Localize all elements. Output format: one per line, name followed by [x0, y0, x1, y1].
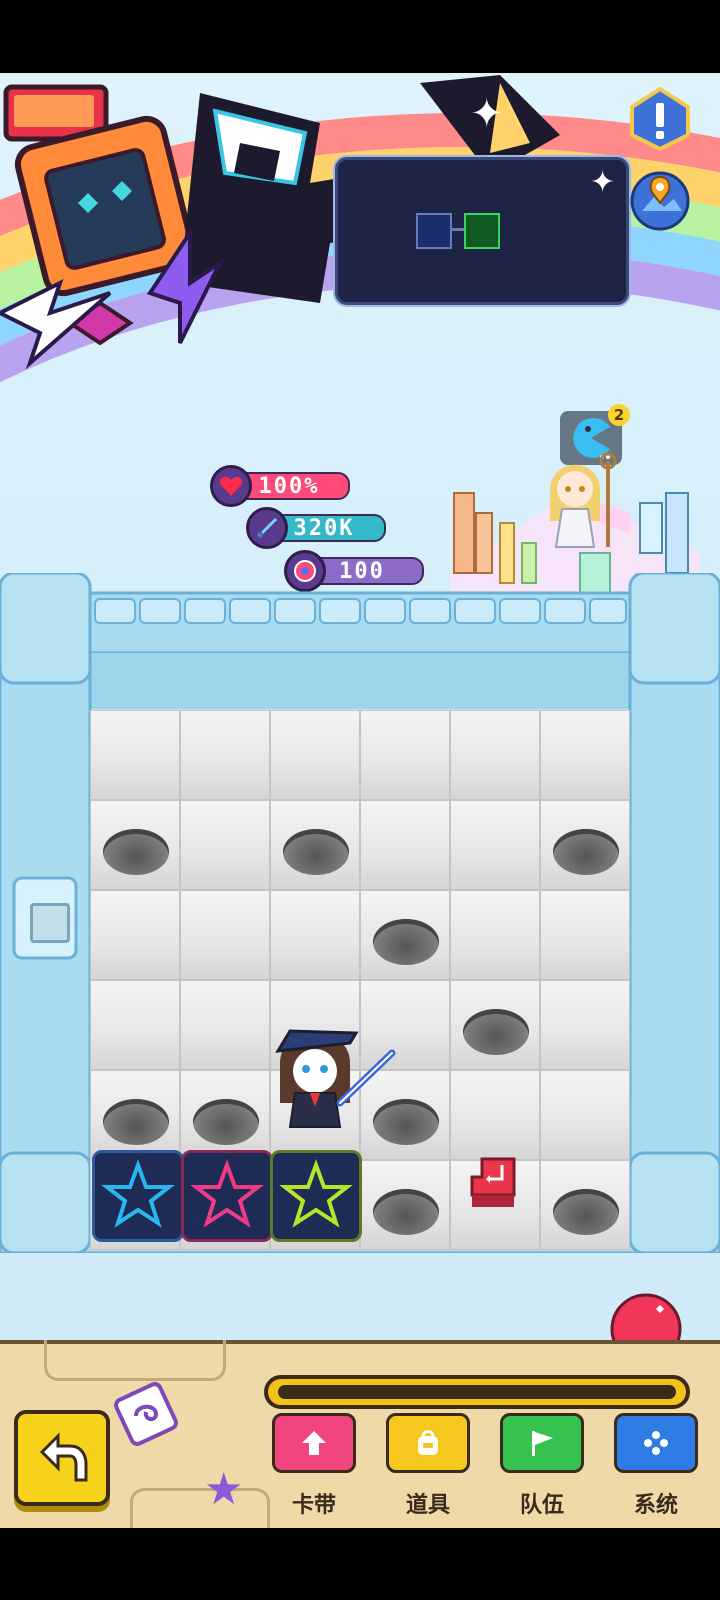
menu-label: 队伍 [519, 1493, 564, 1518]
menu-label: 卡带 [291, 1493, 336, 1518]
sparkle-icon: ✦ [470, 91, 504, 137]
board-tile[interactable] [270, 800, 360, 890]
menu-button-team[interactable] [500, 1413, 584, 1473]
star-icon [279, 1159, 353, 1228]
back-arrow-icon [39, 1432, 88, 1482]
menu-button-items[interactable] [386, 1413, 470, 1473]
menu-label: 道具 [405, 1493, 450, 1518]
hp-value: 100% [258, 473, 320, 499]
heart-icon [210, 465, 252, 507]
star-card[interactable] [92, 1150, 184, 1242]
board-tile[interactable] [270, 890, 360, 980]
board-tile[interactable] [450, 800, 540, 890]
board-tile[interactable] [270, 710, 360, 800]
alert-button[interactable] [628, 86, 692, 152]
board-tile[interactable] [450, 890, 540, 980]
door-icon[interactable] [30, 903, 70, 943]
flag-icon [532, 1431, 553, 1456]
sword-icon [246, 507, 288, 549]
board-tile[interactable] [540, 710, 630, 800]
board-tile[interactable] [90, 980, 180, 1070]
board-tile[interactable] [180, 800, 270, 890]
board-tile[interactable] [540, 1070, 630, 1160]
star-icon [190, 1159, 264, 1228]
backpack-icon [418, 1430, 438, 1455]
hole-icon [283, 829, 349, 875]
hole-icon [103, 829, 169, 875]
board-tile[interactable] [180, 1070, 270, 1160]
hole-icon [553, 1189, 619, 1235]
board-tile[interactable] [90, 1070, 180, 1160]
npc-character[interactable] [540, 451, 630, 551]
purple-star-icon: ★ [204, 1464, 244, 1515]
board-tile[interactable] [360, 890, 450, 980]
minimap-room [416, 213, 452, 249]
board-tile[interactable] [360, 710, 450, 800]
star-card[interactable] [181, 1150, 273, 1242]
player-character [275, 1029, 396, 1128]
board-tile[interactable] [360, 800, 450, 890]
minimap-connector [452, 228, 464, 231]
board-tile[interactable] [450, 710, 540, 800]
board-tile[interactable] [180, 710, 270, 800]
board-tile[interactable] [180, 890, 270, 980]
menu-label: 系统 [633, 1493, 678, 1518]
attack-value: 320K [293, 515, 355, 541]
board-tile[interactable] [450, 1070, 540, 1160]
grid-dots-icon [644, 1431, 668, 1455]
map-button[interactable] [628, 167, 692, 231]
arrow-up-icon [302, 1431, 326, 1455]
board-tile[interactable] [180, 980, 270, 1070]
exclamation-icon [630, 86, 690, 152]
notification-badge: 2 [608, 404, 630, 426]
board-tile[interactable] [540, 890, 630, 980]
map-pin-icon [630, 171, 690, 231]
menu-button-system[interactable] [614, 1413, 698, 1473]
minimap[interactable] [335, 157, 629, 305]
board-tile[interactable] [540, 980, 630, 1070]
progress-track [278, 1385, 676, 1399]
sparkle-icon: ✦ [590, 165, 616, 200]
hole-icon [193, 1099, 259, 1145]
minimap-room-current [464, 213, 500, 249]
exit-icon[interactable] [462, 1155, 524, 1213]
hole-icon [373, 919, 439, 965]
board-tile[interactable] [540, 800, 630, 890]
panel-outline [44, 1340, 226, 1381]
back-button[interactable] [14, 1410, 110, 1506]
progress-bar [264, 1375, 690, 1409]
status-bar [0, 0, 720, 73]
game-scene: ✦ ✦ 100% 320K 100 2 [0, 73, 720, 1528]
board-tile[interactable] [450, 980, 540, 1070]
board-tile[interactable] [90, 710, 180, 800]
board-tile[interactable] [360, 1160, 450, 1250]
hole-icon [463, 1009, 529, 1055]
board-tile[interactable] [90, 800, 180, 890]
menu-button-cassette[interactable] [272, 1413, 356, 1473]
star-card[interactable] [270, 1150, 362, 1242]
board-tile[interactable] [90, 890, 180, 980]
card-deck-icon[interactable] [108, 1376, 184, 1452]
star-icon [101, 1159, 175, 1228]
panel-outline [130, 1488, 270, 1531]
hole-icon [553, 829, 619, 875]
board-tile[interactable] [540, 1160, 630, 1250]
navigation-bar [0, 1528, 720, 1600]
hole-icon [103, 1099, 169, 1145]
hole-icon [373, 1189, 439, 1235]
